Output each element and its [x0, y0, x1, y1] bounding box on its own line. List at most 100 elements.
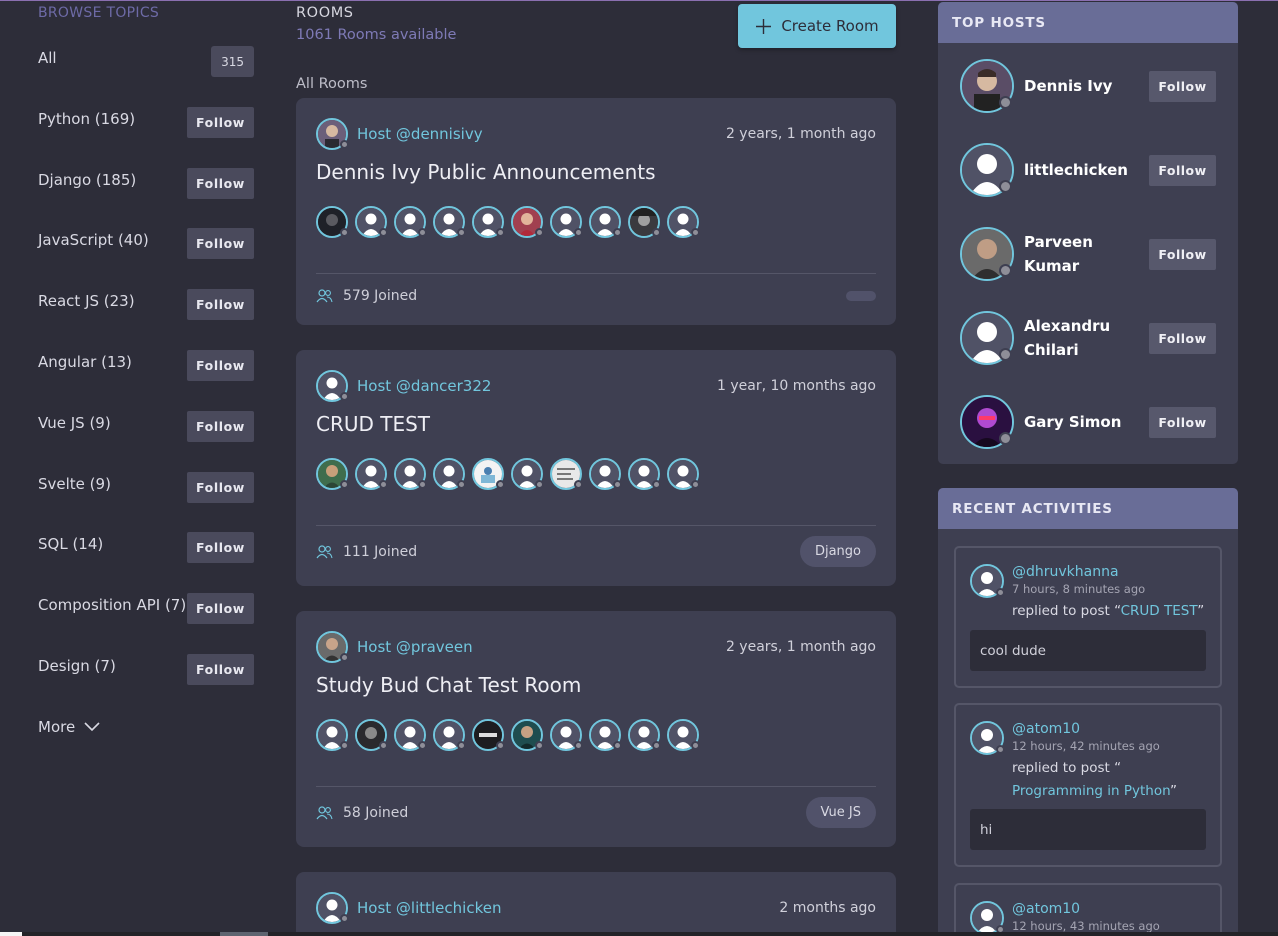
topic-item[interactable]: SQL (14) Follow: [38, 531, 254, 564]
host-name[interactable]: Dennis Ivy: [1024, 74, 1144, 98]
participant-avatar[interactable]: [589, 458, 622, 490]
topic-item[interactable]: JavaScript (40) Follow: [38, 227, 254, 260]
participant-avatar[interactable]: [472, 458, 505, 490]
topic-item[interactable]: Composition API (7) Follow: [38, 592, 254, 625]
host-avatar[interactable]: [316, 892, 349, 924]
activity-user-link[interactable]: @dhruvkhanna: [1012, 564, 1119, 580]
activity-post-link[interactable]: CRUD TEST: [1121, 603, 1198, 619]
participant-avatar[interactable]: [355, 206, 388, 238]
room-host[interactable]: Host @dennisivy: [316, 118, 483, 150]
topic-item[interactable]: Python (169) Follow: [38, 106, 254, 139]
top-host-item[interactable]: Parveen Kumar Follow: [960, 227, 1216, 281]
host-name[interactable]: Parveen Kumar: [1024, 230, 1144, 278]
follow-topic-button[interactable]: Follow: [187, 289, 254, 320]
create-room-button[interactable]: Create Room: [738, 4, 896, 48]
participant-avatar[interactable]: [628, 206, 661, 238]
participant-avatar[interactable]: [550, 206, 583, 238]
follow-topic-button[interactable]: Follow: [187, 532, 254, 563]
topic-item[interactable]: Vue JS (9) Follow: [38, 410, 254, 443]
host-link[interactable]: Host @praveen: [357, 638, 473, 656]
participant-avatar[interactable]: [589, 206, 622, 238]
scrollbar-thumb[interactable]: [220, 932, 268, 936]
participant-avatar[interactable]: [433, 206, 466, 238]
participant-avatar[interactable]: [316, 458, 349, 490]
host-avatar[interactable]: [960, 311, 1014, 365]
follow-topic-button[interactable]: Follow: [187, 350, 254, 381]
participant-avatar[interactable]: [394, 206, 427, 238]
follow-topic-button[interactable]: Follow: [187, 107, 254, 138]
topic-item[interactable]: Django (185) Follow: [38, 167, 254, 200]
room-host[interactable]: Host @praveen: [316, 631, 473, 663]
participant-avatar[interactable]: [550, 719, 583, 751]
topic-item[interactable]: Angular (13) Follow: [38, 349, 254, 382]
follow-topic-button[interactable]: Follow: [187, 654, 254, 685]
participant-avatar[interactable]: [667, 458, 700, 490]
room-topic-tag[interactable]: Django: [799, 536, 876, 567]
host-link[interactable]: Host @dancer322: [357, 377, 491, 395]
activity-post-link[interactable]: Programming in Python: [1012, 783, 1170, 799]
participant-avatar[interactable]: [433, 458, 466, 490]
topic-item[interactable]: Design (7) Follow: [38, 653, 254, 686]
topic-all[interactable]: All 315: [38, 45, 254, 78]
participant-avatar[interactable]: [511, 206, 544, 238]
activity-user-link[interactable]: @atom10: [1012, 901, 1080, 917]
topic-item[interactable]: React JS (23) Follow: [38, 288, 254, 321]
host-avatar[interactable]: [960, 227, 1014, 281]
participant-avatar[interactable]: [589, 719, 622, 751]
host-name[interactable]: Alexandru Chilari: [1024, 314, 1144, 362]
host-avatar[interactable]: [960, 59, 1014, 113]
host-name[interactable]: littlechicken: [1024, 158, 1144, 182]
host-avatar[interactable]: [316, 631, 349, 663]
room-topic-tag[interactable]: Vue JS: [805, 797, 876, 828]
participant-avatar[interactable]: [394, 719, 427, 751]
host-avatar[interactable]: [960, 143, 1014, 197]
participant-avatar[interactable]: [511, 458, 544, 490]
participant-avatar[interactable]: [316, 206, 349, 238]
follow-topic-button[interactable]: Follow: [187, 593, 254, 624]
more-topics-link[interactable]: More: [38, 718, 101, 736]
participant-avatar[interactable]: [667, 719, 700, 751]
participant-avatar[interactable]: [394, 458, 427, 490]
participant-avatar[interactable]: [511, 719, 544, 751]
top-host-item[interactable]: littlechicken Follow: [960, 143, 1216, 197]
follow-host-button[interactable]: Follow: [1149, 154, 1216, 186]
participant-avatar[interactable]: [550, 458, 583, 490]
follow-topic-button[interactable]: Follow: [187, 411, 254, 442]
participant-avatar[interactable]: [433, 719, 466, 751]
room-topic-tag[interactable]: [846, 291, 876, 301]
host-avatar[interactable]: [960, 395, 1014, 449]
participant-avatar[interactable]: [472, 206, 505, 238]
participant-avatar[interactable]: [667, 206, 700, 238]
room-title[interactable]: CRUD TEST: [316, 412, 430, 436]
activity-avatar[interactable]: [970, 721, 1005, 755]
activity-avatar[interactable]: [970, 901, 1005, 935]
host-avatar[interactable]: [316, 370, 349, 402]
top-host-item[interactable]: Dennis Ivy Follow: [960, 59, 1216, 113]
follow-topic-button[interactable]: Follow: [187, 228, 254, 259]
activity-avatar[interactable]: [970, 564, 1005, 598]
participant-avatar[interactable]: [628, 719, 661, 751]
follow-topic-button[interactable]: Follow: [187, 168, 254, 199]
top-host-item[interactable]: Alexandru Chilari Follow: [960, 311, 1216, 365]
follow-host-button[interactable]: Follow: [1149, 70, 1216, 102]
participant-avatar[interactable]: [472, 719, 505, 751]
host-link[interactable]: Host @littlechicken: [357, 899, 501, 917]
follow-topic-button[interactable]: Follow: [187, 472, 254, 503]
room-host[interactable]: Host @littlechicken: [316, 892, 501, 924]
topic-item[interactable]: Svelte (9) Follow: [38, 471, 254, 504]
participant-avatar[interactable]: [355, 458, 388, 490]
room-title[interactable]: Dennis Ivy Public Announcements: [316, 160, 656, 184]
follow-host-button[interactable]: Follow: [1149, 406, 1216, 438]
participant-avatar[interactable]: [316, 719, 349, 751]
host-name[interactable]: Gary Simon: [1024, 410, 1144, 434]
room-title[interactable]: Study Bud Chat Test Room: [316, 673, 581, 697]
participant-avatar[interactable]: [355, 719, 388, 751]
room-host[interactable]: Host @dancer322: [316, 370, 491, 402]
participant-avatar[interactable]: [628, 458, 661, 490]
top-host-item[interactable]: Gary Simon Follow: [960, 395, 1216, 449]
activity-user-link[interactable]: @atom10: [1012, 721, 1080, 737]
follow-host-button[interactable]: Follow: [1149, 238, 1216, 270]
horizontal-scrollbar[interactable]: [0, 932, 1278, 936]
host-link[interactable]: Host @dennisivy: [357, 125, 483, 143]
host-avatar[interactable]: [316, 118, 349, 150]
